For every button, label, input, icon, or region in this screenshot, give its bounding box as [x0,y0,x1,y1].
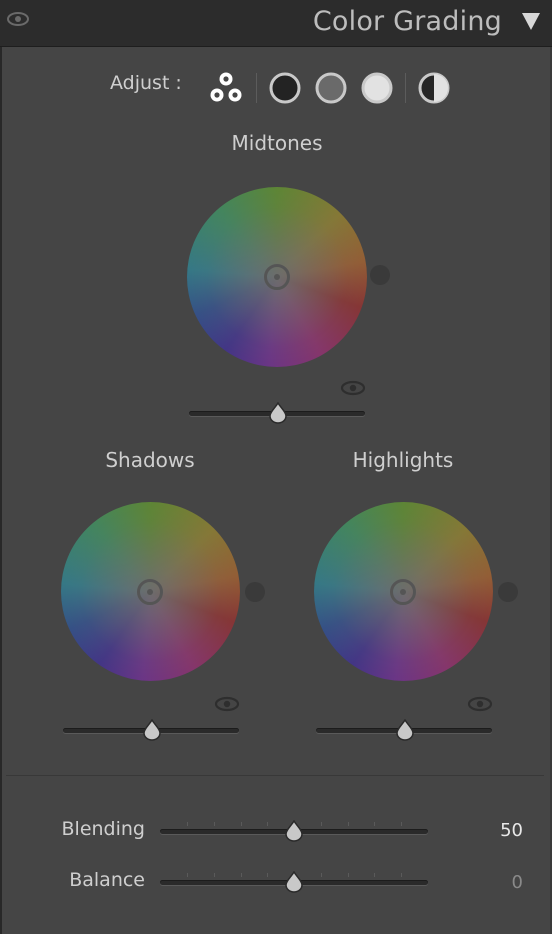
slider-thumb[interactable] [141,719,163,741]
adjust-label: Adjust : [110,72,182,94]
midtones-puck[interactable] [264,264,290,290]
separator [256,73,257,103]
shadows-label: Shadows [105,448,195,472]
slider-thumb[interactable] [394,719,416,741]
half-circle-icon[interactable] [416,70,452,106]
eye-icon[interactable] [467,695,493,713]
color-grading-panel [0,47,550,934]
eye-icon[interactable] [340,379,366,397]
dark-circle-icon[interactable] [267,70,303,106]
midtones-luminance-dot[interactable] [370,265,390,285]
section-divider [6,775,544,776]
balance-value[interactable]: 0 [463,872,523,893]
eye-icon[interactable] [6,10,30,28]
balance-label: Balance [69,869,145,891]
separator [405,73,406,103]
highlights-puck[interactable] [390,579,416,605]
slider-thumb[interactable] [267,402,289,424]
eye-icon[interactable] [214,695,240,713]
triangle-down-icon[interactable] [518,8,544,34]
light-circle-icon[interactable] [359,70,395,106]
slider-thumb[interactable] [283,871,305,893]
slider-thumb[interactable] [283,820,305,842]
three-circles-icon[interactable] [208,70,244,106]
mid-circle-icon[interactable] [313,70,349,106]
highlights-luminance-dot[interactable] [498,582,518,602]
midtones-label: Midtones [231,131,323,155]
panel-header: Color Grading [0,0,552,47]
blending-label: Blending [61,818,146,840]
shadows-luminance-dot[interactable] [245,582,265,602]
shadows-puck[interactable] [137,579,163,605]
blending-value[interactable]: 50 [463,820,523,841]
panel-title: Color Grading [312,6,502,37]
highlights-label: Highlights [352,448,454,472]
